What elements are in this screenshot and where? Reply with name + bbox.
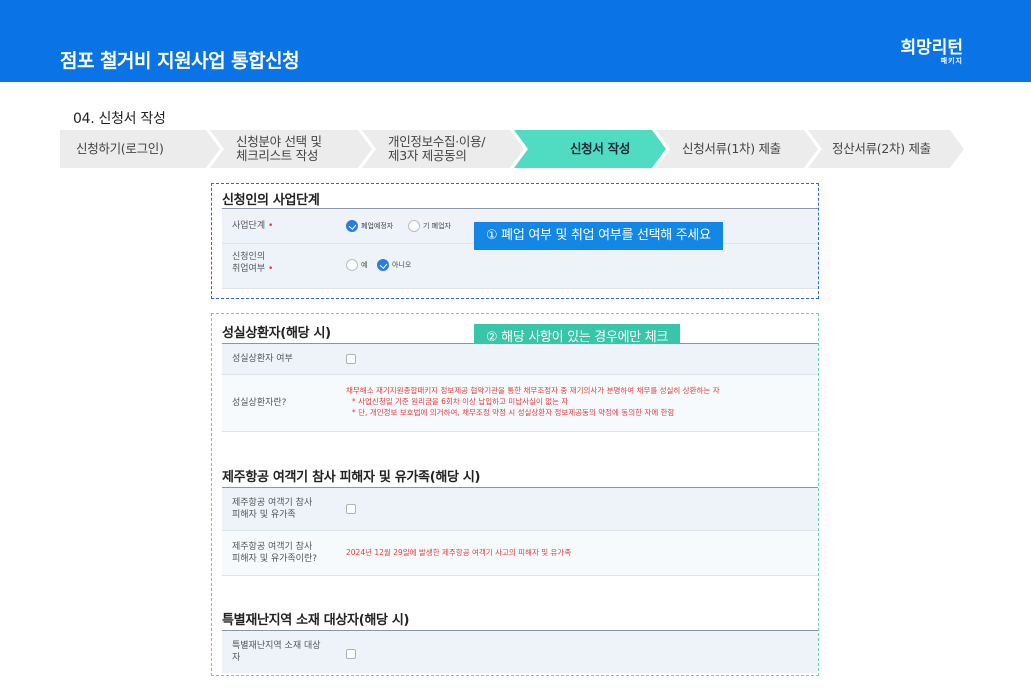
disaster-title: 특별재난지역 소재 대상자(해당 시) <box>222 613 410 628</box>
disaster-check-label-2: 자 <box>232 653 241 663</box>
employ-label-2: 취업여부 <box>232 264 266 274</box>
sincere-check-row: 성실상환자 여부 <box>222 344 818 375</box>
sincere-desc-2: * 사업신청일 기준 원리금을 6회차 이상 납입하고 미납사실이 없는 자 <box>352 397 569 406</box>
step-1-label: 신청하기(로그인) <box>76 141 164 156</box>
callout-select-status: ① 폐업 여부 및 취업 여부를 선택해 주세요 <box>474 222 723 250</box>
jeju-desc-row: 제주항공 여객기 참사피해자 및 유가족이란? 2024년 12월 29일에 발… <box>222 531 818 576</box>
step-6-label: 정산서류(2차) 제출 <box>832 141 931 156</box>
sincere-desc-1: 채무해소 재기지원종합패키지 정보제공 협약기관을 통한 채무조정자 중 재기의… <box>346 386 720 395</box>
step-2-line2: 체크리스트 작성 <box>236 148 319 163</box>
sincere-desc-row: 성실상환자란? 채무해소 재기지원종합패키지 정보제공 협약기관을 통한 채무조… <box>222 375 818 432</box>
step-5-label: 신청서류(1차) 제출 <box>682 141 781 156</box>
disaster-checkbox[interactable] <box>346 649 356 659</box>
header-bar: 점포 철거비 지원사업 통합신청 희망리턴 패키지 <box>0 0 1031 82</box>
step-1: 신청하기(로그인) <box>60 130 220 168</box>
sincere-checkbox[interactable] <box>346 354 356 364</box>
sincere-check-label: 성실상환자 여부 <box>232 354 293 364</box>
jeju-check-label-2: 피해자 및 유가족 <box>232 510 296 520</box>
section-label: 04. 신청서 작성 <box>73 111 166 127</box>
business-stage-title: 신청인의 사업단계 <box>222 193 320 208</box>
option-closing-planned: 폐업예정자 <box>361 222 394 230</box>
employ-row: 신청인의취업여부 • 예 아니오 <box>222 244 818 289</box>
step-5: 신청서류(1차) 제출 <box>656 130 818 168</box>
logo-sub: 패키지 <box>940 57 963 65</box>
radio-employ-yes[interactable] <box>346 259 358 271</box>
step-3-line2: 제3자 제공동의 <box>388 148 467 163</box>
step-2-line1: 신청분야 선택 및 <box>236 134 322 149</box>
sincere-desc-3: * 단, 개인정보 보호법에 의거하여, 채무조정 약정 시 성실상환자 정보제… <box>352 408 675 417</box>
step-6: 정산서류(2차) 제출 <box>808 130 964 168</box>
radio-closing-planned[interactable] <box>346 220 358 232</box>
step-2: 신청분야 선택 및 체크리스트 작성 <box>210 130 372 168</box>
jeju-title: 제주항공 여객기 참사 피해자 및 유가족(해당 시) <box>222 470 481 485</box>
callout-2-text: ② 해당 사항이 있는 경우에만 체크 <box>486 330 669 345</box>
logo-text: 희망리턴 <box>900 38 963 58</box>
option-already-closed: 기 폐업자 <box>423 222 451 230</box>
radio-employ-no[interactable] <box>377 259 389 271</box>
employ-label-1: 신청인의 <box>232 252 266 262</box>
option-employ-yes: 예 <box>361 261 368 269</box>
jeju-what-label-2: 피해자 및 유가족이란? <box>232 554 318 564</box>
stage-label: 사업단계 <box>232 221 266 231</box>
option-employ-no: 아니오 <box>392 261 412 269</box>
page-title: 점포 철거비 지원사업 통합신청 <box>60 50 300 72</box>
step-4-label: 신청서 작성 <box>569 141 631 156</box>
jeju-check-label-1: 제주항공 여객기 참사 <box>232 498 313 508</box>
sincere-title: 성실상환자(해당 시) <box>222 326 331 341</box>
jeju-check-row: 제주항공 여객기 참사피해자 및 유가족 <box>222 488 818 531</box>
sincere-what-label: 성실상환자란? <box>232 398 287 408</box>
step-4-active: 신청서 작성 <box>514 130 666 168</box>
step-progress: 신청하기(로그인) 신청분야 선택 및 체크리스트 작성 개인정보수집·이용/제3… <box>60 130 980 168</box>
step-3-line1: 개인정보수집·이용/ <box>388 134 486 149</box>
jeju-what-label-1: 제주항공 여객기 참사 <box>232 542 313 552</box>
logo: 희망리턴 패키지 <box>900 40 963 65</box>
disaster-check-label-1: 특별재난지역 소재 대상 <box>232 641 321 651</box>
disaster-check-row: 특별재난지역 소재 대상자 <box>222 631 818 673</box>
radio-already-closed[interactable] <box>408 220 420 232</box>
callout-1-text: ① 폐업 여부 및 취업 여부를 선택해 주세요 <box>486 228 711 243</box>
jeju-checkbox[interactable] <box>346 504 356 514</box>
required-mark: • <box>268 264 274 274</box>
required-mark: • <box>268 221 274 231</box>
jeju-desc: 2024년 12월 29일에 발생한 제주항공 여객기 사고의 피해자 및 유가… <box>346 548 572 557</box>
step-3: 개인정보수집·이용/제3자 제공동의 <box>362 130 524 168</box>
